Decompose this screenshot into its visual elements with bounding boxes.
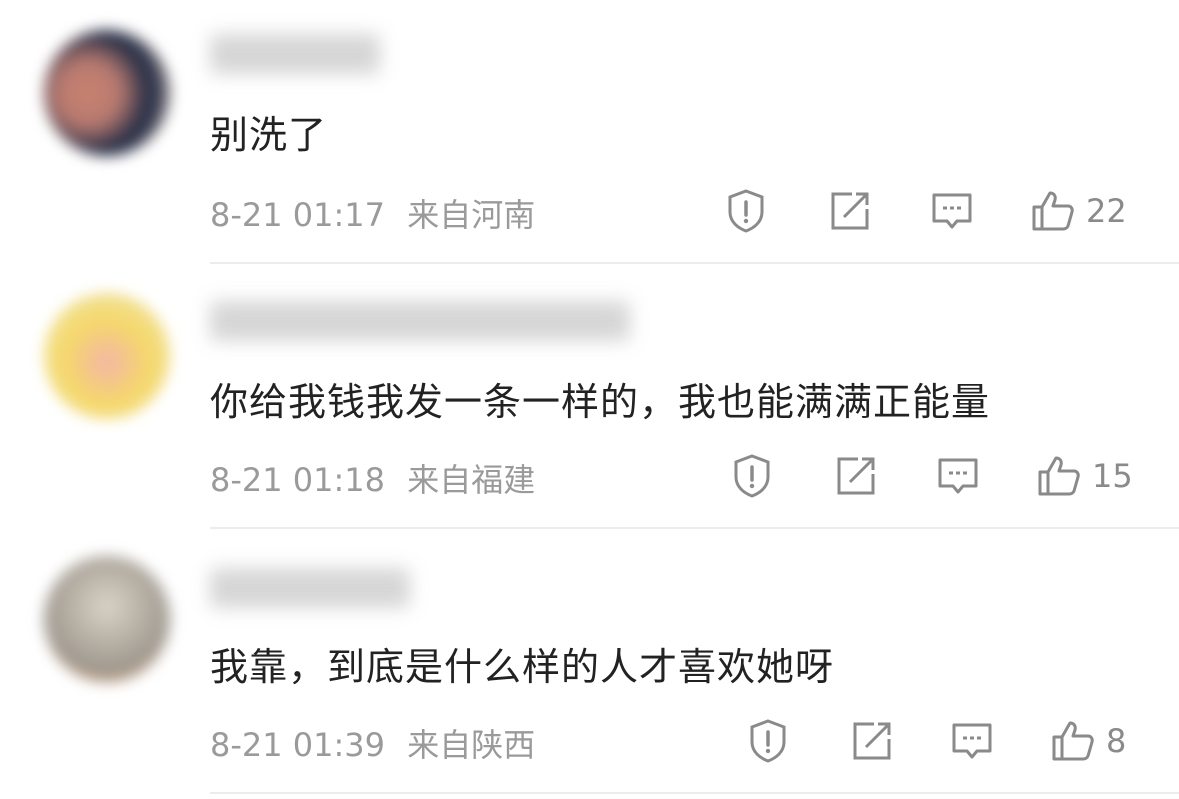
report-button[interactable] [724, 186, 768, 236]
report-button[interactable] [730, 451, 774, 501]
report-icon [734, 454, 770, 498]
repost-button[interactable] [850, 716, 894, 766]
comment-actions: 15 [0, 451, 1179, 501]
avatar[interactable] [44, 556, 170, 682]
like-button[interactable]: 8 [1050, 716, 1126, 766]
report-button[interactable] [746, 716, 790, 766]
repost-icon [853, 722, 891, 760]
like-icon [1038, 456, 1080, 496]
like-icon [1032, 191, 1074, 231]
like-button[interactable]: 15 [1036, 451, 1133, 501]
repost-button[interactable] [828, 186, 872, 236]
repost-icon [837, 457, 875, 495]
reply-button[interactable] [936, 451, 980, 501]
reply-icon [938, 458, 978, 494]
comment-item: 我靠，到底是什么样的人才喜欢她呀 8-21 01:39 来自陕西 8 [0, 530, 1179, 795]
comment-text: 别洗了 [210, 113, 328, 157]
comment-item: 别洗了 8-21 01:17 来自河南 22 [0, 0, 1179, 265]
avatar[interactable] [44, 30, 170, 156]
comment-text: 你给我钱我发一条一样的，我也能满满正能量 [210, 380, 991, 424]
divider [210, 527, 1179, 529]
comment-item: 你给我钱我发一条一样的，我也能满满正能量 8-21 01:18 来自福建 15 [0, 265, 1179, 530]
username-blurred[interactable] [210, 568, 410, 608]
report-icon [728, 189, 764, 233]
report-icon [750, 719, 786, 763]
username-blurred[interactable] [210, 34, 380, 74]
like-icon [1052, 721, 1094, 761]
reply-button[interactable] [950, 716, 994, 766]
reply-icon [932, 193, 972, 229]
like-count: 8 [1106, 722, 1127, 760]
reply-button[interactable] [930, 186, 974, 236]
repost-button[interactable] [834, 451, 878, 501]
reply-icon [952, 723, 992, 759]
username-blurred[interactable] [210, 301, 630, 341]
divider [210, 262, 1179, 264]
comment-actions: 8 [0, 716, 1179, 766]
like-count: 22 [1086, 192, 1127, 230]
repost-icon [831, 192, 869, 230]
divider [210, 792, 1179, 794]
like-button[interactable]: 22 [1030, 186, 1127, 236]
avatar[interactable] [44, 293, 170, 419]
like-count: 15 [1092, 457, 1133, 495]
comment-actions: 22 [0, 186, 1179, 236]
comment-text: 我靠，到底是什么样的人才喜欢她呀 [210, 645, 835, 689]
